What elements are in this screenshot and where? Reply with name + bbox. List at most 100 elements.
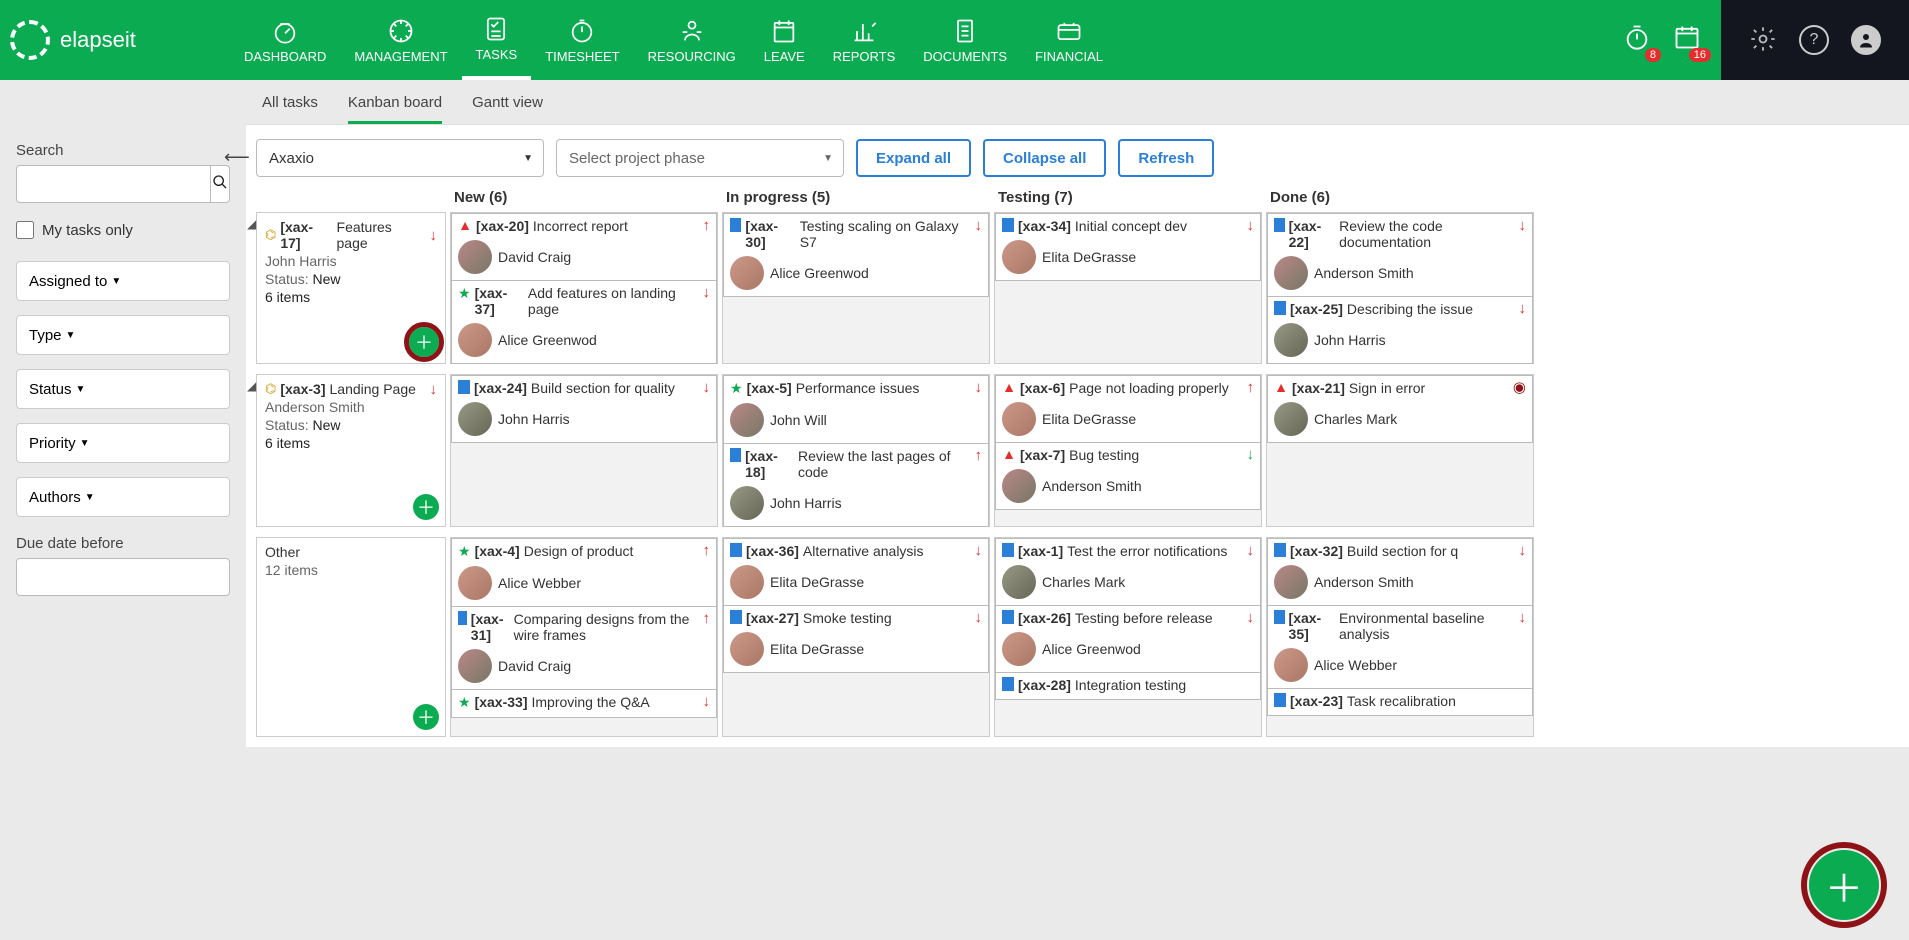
epic-card[interactable]: Other12 items＋	[256, 537, 446, 737]
task-card[interactable]: [xax-36] Alternative analysis↓Elita DeGr…	[723, 538, 989, 606]
calendar-indicator[interactable]: 16	[1671, 23, 1703, 58]
task-card[interactable]: [xax-18] Review the last pages of code↑J…	[723, 443, 989, 527]
expand-all-button[interactable]: Expand all	[856, 139, 971, 177]
lane-cell[interactable]: [xax-32] Build section for q↓Anderson Sm…	[1266, 537, 1534, 737]
lane-cell[interactable]: ★[xax-5] Performance issues↓John Will[xa…	[722, 374, 990, 527]
task-card[interactable]: [xax-22] Review the code documentation↓A…	[1267, 213, 1533, 297]
task-card[interactable]: ▲[xax-20] Incorrect report↑David Craig	[451, 213, 717, 281]
timer-indicator[interactable]: 8	[1621, 23, 1653, 58]
card-title: Build section for q	[1347, 543, 1458, 559]
filter-type[interactable]: Type ▼	[16, 315, 230, 355]
flag-icon	[458, 611, 467, 625]
task-card[interactable]: [xax-26] Testing before release↓Alice Gr…	[995, 605, 1261, 673]
nav-leave[interactable]: LEAVE	[750, 0, 819, 80]
subtab-gantt-view[interactable]: Gantt view	[472, 94, 543, 124]
task-card[interactable]: [xax-35] Environmental baseline analysis…	[1267, 605, 1533, 689]
epic-card[interactable]: ◢⌬[xax-3] Landing Page↓Anderson SmithSta…	[256, 374, 446, 527]
add-task-fab[interactable]: ＋	[1809, 850, 1879, 920]
column-2: Testing (7)[xax-34] Initial concept dev↓…	[994, 189, 1262, 747]
epic-card[interactable]: ◢⌬[xax-17] Features page↓John HarrisStat…	[256, 212, 446, 364]
task-card[interactable]: [xax-1] Test the error notifications↓Cha…	[995, 538, 1261, 606]
priority-down-icon: ↓	[703, 694, 711, 709]
task-card[interactable]: [xax-30] Testing scaling on Galaxy S7↓Al…	[723, 213, 989, 297]
task-card[interactable]: [xax-28] Integration testing	[995, 672, 1261, 700]
search-input[interactable]	[16, 165, 210, 203]
nav-timesheet[interactable]: TIMESHEET	[531, 0, 633, 80]
lane-cell[interactable]: [xax-36] Alternative analysis↓Elita DeGr…	[722, 537, 990, 737]
brand[interactable]: elapseit	[0, 0, 230, 80]
nav-dashboard[interactable]: DASHBOARD	[230, 0, 340, 80]
task-card[interactable]: ▲[xax-21] Sign in error◉Charles Mark	[1267, 375, 1533, 443]
filter-status[interactable]: Status ▼	[16, 369, 230, 409]
epic-name: Features page	[337, 219, 426, 251]
help-icon[interactable]: ?	[1799, 25, 1829, 55]
my-tasks-label: My tasks only	[42, 222, 133, 239]
card-id: [xax-28]	[1018, 677, 1071, 693]
nav-resourcing[interactable]: RESOURCING	[634, 0, 750, 80]
epic-collapse-icon[interactable]: ◢	[247, 217, 256, 231]
task-card[interactable]: ★[xax-5] Performance issues↓John Will	[723, 375, 989, 444]
kanban-board: ◢⌬[xax-17] Features page↓John HarrisStat…	[256, 189, 1899, 747]
lane-cell[interactable]: ▲[xax-21] Sign in error◉Charles Mark	[1266, 374, 1534, 527]
documents-icon	[949, 17, 981, 45]
task-card[interactable]: [xax-24] Build section for quality↓John …	[451, 375, 717, 443]
lane-cell[interactable]: [xax-30] Testing scaling on Galaxy S7↓Al…	[722, 212, 990, 364]
subtab-kanban-board[interactable]: Kanban board	[348, 94, 442, 124]
filter-assigned-to[interactable]: Assigned to ▼	[16, 261, 230, 301]
epic-add-button[interactable]: ＋	[413, 704, 439, 730]
lane-cell[interactable]: ▲[xax-6] Page not loading properly↑Elita…	[994, 374, 1262, 527]
lane-cell[interactable]: [xax-22] Review the code documentation↓A…	[1266, 212, 1534, 364]
task-card[interactable]: ▲[xax-6] Page not loading properly↑Elita…	[995, 375, 1261, 443]
phase-select[interactable]: Select project phase ▼	[556, 139, 844, 177]
lane-cell[interactable]: [xax-24] Build section for quality↓John …	[450, 374, 718, 527]
task-card[interactable]: [xax-31] Comparing designs from the wire…	[451, 606, 717, 690]
board-toolbar: Axaxio ▼ Select project phase ▼ Expand a…	[256, 139, 1899, 177]
refresh-button[interactable]: Refresh	[1118, 139, 1214, 177]
task-card[interactable]: [xax-25] Describing the issue↓John Harri…	[1267, 296, 1533, 364]
nav-financial[interactable]: FINANCIAL	[1021, 0, 1117, 80]
lane-cell[interactable]: [xax-34] Initial concept dev↓Elita DeGra…	[994, 212, 1262, 364]
task-card[interactable]: ★[xax-33] Improving the Q&A↓	[451, 689, 717, 718]
settings-icon[interactable]	[1749, 25, 1777, 56]
assignee: Elita DeGrasse	[730, 632, 982, 666]
task-card[interactable]: [xax-32] Build section for q↓Anderson Sm…	[1267, 538, 1533, 606]
assignee-name: Elita DeGrasse	[1042, 249, 1136, 265]
task-card[interactable]: [xax-34] Initial concept dev↓Elita DeGra…	[995, 213, 1261, 281]
profile-icon[interactable]	[1851, 25, 1881, 55]
lane-cell[interactable]: ★[xax-4] Design of product↑Alice Webber[…	[450, 537, 718, 737]
filter-priority[interactable]: Priority ▼	[16, 423, 230, 463]
collapse-all-button[interactable]: Collapse all	[983, 139, 1106, 177]
card-id: [xax-26]	[1018, 610, 1071, 626]
project-select[interactable]: Axaxio ▼	[256, 139, 544, 177]
subtab-all-tasks[interactable]: All tasks	[262, 94, 318, 124]
task-card[interactable]: ★[xax-4] Design of product↑Alice Webber	[451, 538, 717, 607]
nav-documents[interactable]: DOCUMENTS	[909, 0, 1021, 80]
lane-cell[interactable]: ▲[xax-20] Incorrect report↑David Craig★[…	[450, 212, 718, 364]
task-card[interactable]: ▲[xax-7] Bug testing↓Anderson Smith	[995, 442, 1261, 510]
epic-collapse-icon[interactable]: ◢	[247, 379, 256, 393]
epic-add-button[interactable]: ＋	[413, 494, 439, 520]
star-icon: ★	[730, 380, 743, 397]
avatar-icon	[1002, 469, 1036, 503]
epic-title: ⌬[xax-17] Features page↓	[265, 219, 437, 251]
epic-count: 12 items	[265, 562, 437, 578]
my-tasks-checkbox[interactable]	[16, 221, 34, 239]
task-card[interactable]: [xax-27] Smoke testing↓Elita DeGrasse	[723, 605, 989, 673]
my-tasks-only[interactable]: My tasks only	[16, 221, 230, 239]
due-date-input[interactable]	[16, 558, 230, 596]
filter-authors[interactable]: Authors ▼	[16, 477, 230, 517]
lane-cell[interactable]: [xax-1] Test the error notifications↓Cha…	[994, 537, 1262, 737]
search-button[interactable]	[210, 165, 230, 203]
nav-management[interactable]: MANAGEMENT	[340, 0, 461, 80]
nav-reports[interactable]: REPORTS	[819, 0, 910, 80]
collapse-sidebar-icon[interactable]: ⟵	[224, 147, 250, 168]
task-card[interactable]: [xax-23] Task recalibration	[1267, 688, 1533, 716]
epic-add-button[interactable]: ＋	[409, 327, 439, 357]
card-id: [xax-22]	[1289, 218, 1336, 250]
nav-tasks[interactable]: TASKS	[462, 0, 532, 80]
caret-down-icon: ▼	[111, 276, 121, 287]
priority-down-icon: ↓	[975, 610, 983, 625]
task-card[interactable]: ★[xax-37] Add features on landing page↓A…	[451, 280, 717, 364]
priority-up-icon: ↑	[703, 218, 711, 233]
avatar-icon	[730, 403, 764, 437]
